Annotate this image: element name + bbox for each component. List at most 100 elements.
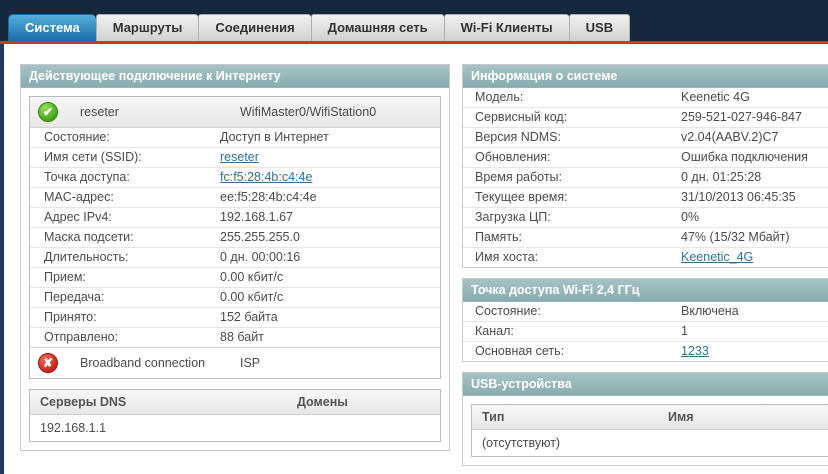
- interface-name: reseter: [80, 105, 119, 119]
- dns-table: Серверы DNS Домены 192.168.1.1: [29, 389, 441, 442]
- field-value: 88 байт: [220, 330, 264, 344]
- field-row: Передача: 0.00 кбит/с: [30, 287, 440, 307]
- field-row: Память: 47% (15/32 Мбайт): [463, 227, 828, 247]
- field-label: MAC-адрес:: [44, 190, 114, 204]
- interface-row-active: ✔ reseter WifiMaster0/WifiStation0: [30, 97, 440, 128]
- field-value: 47% (15/32 Мбайт): [681, 230, 790, 244]
- field-value: 0.00 кбит/с: [220, 270, 284, 284]
- table-cell: [287, 421, 297, 435]
- tab-Домашняя сеть[interactable]: Домашняя сеть: [310, 14, 444, 41]
- field-row: Время работы: 0 дн. 01:25:28: [463, 167, 828, 187]
- field-label: Время работы:: [475, 170, 562, 184]
- field-value: 0 дн. 00:00:16: [220, 250, 301, 264]
- table-cell: [658, 436, 668, 450]
- field-row: Принято: 152 байта: [30, 307, 440, 327]
- field-value: v2.04(AABV.2)C7: [681, 130, 779, 144]
- field-value: 0 дн. 01:25:28: [681, 170, 762, 184]
- field-label: Загрузка ЦП:: [475, 210, 551, 224]
- router-admin-page: Система Маршруты Соединения Домашняя сеть Wi…: [0, 0, 828, 474]
- tab-Wi-Fi Клиенты[interactable]: Wi-Fi Клиенты: [443, 14, 569, 41]
- field-row: Длительность: 0 дн. 00:00:16: [30, 247, 440, 267]
- field-value: Ошибка подключения: [681, 150, 808, 164]
- table-cell: 192.168.1.1: [40, 421, 107, 435]
- field-row: Обновления: Ошибка подключения: [463, 147, 828, 167]
- tab-Соединения[interactable]: Соединения: [198, 14, 311, 41]
- interface-name: Broadband connection: [80, 356, 206, 370]
- field-label: Прием:: [44, 270, 86, 284]
- tab-Маршруты[interactable]: Маршруты: [95, 14, 199, 41]
- field-label: Длительность:: [44, 250, 129, 264]
- field-value: 255.255.255.0: [220, 230, 300, 244]
- tab-bar: Система Маршруты Соединения Домашняя сеть Wi…: [8, 14, 631, 41]
- system-info-panel-title: Информация о системе: [463, 65, 828, 88]
- field-value: 0.00 кбит/с: [220, 290, 284, 304]
- connection-panel-title: Действующее подключение к Интернету: [21, 65, 449, 88]
- field-row: Адрес IPv4: 192.168.1.67: [30, 207, 440, 227]
- field-row: Канал: 1: [463, 321, 828, 341]
- field-row: Состояние: Доступ в Интернет: [30, 128, 440, 147]
- field-value-link[interactable]: fc:f5:28:4b:c4:4e: [220, 170, 440, 185]
- wifi-ap-panel-title: Точка доступа Wi-Fi 2,4 ГГц: [463, 279, 828, 302]
- interface-table: ✔ reseter WifiMaster0/WifiStation0 Состо…: [29, 96, 441, 379]
- field-row: Версия NDMS: v2.04(AABV.2)C7: [463, 127, 828, 147]
- field-label: Имя сети (SSID):: [44, 150, 142, 164]
- usb-devices-panel: USB-устройства Тип Имя (отсутствуют): [462, 372, 828, 466]
- field-label: Текущее время:: [475, 190, 568, 204]
- field-label: Состояние:: [44, 130, 110, 144]
- field-row: Текущее время: 31/10/2013 06:45:35: [463, 187, 828, 207]
- field-value: 31/10/2013 06:45:35: [681, 190, 796, 204]
- field-row: Модель: Keenetic 4G: [463, 88, 828, 107]
- field-label: Адрес IPv4:: [44, 210, 112, 224]
- field-row: Состояние: Включена: [463, 302, 828, 321]
- field-value-link[interactable]: 1233: [681, 344, 828, 359]
- usb-devices-panel-body: Тип Имя (отсутствуют): [463, 396, 828, 465]
- page-left-edge: [0, 44, 4, 474]
- column-header: Тип: [482, 410, 505, 424]
- status-ok-check-icon: ✔: [38, 102, 58, 122]
- field-label: Версия NDMS:: [475, 130, 561, 144]
- connection-panel-body: ✔ reseter WifiMaster0/WifiStation0 Состо…: [21, 88, 449, 450]
- table-row: (отсутствуют): [472, 430, 828, 456]
- field-label: Основная сеть:: [475, 344, 565, 358]
- interface-detail: WifiMaster0/WifiStation0: [240, 105, 377, 119]
- usb-devices-table: Тип Имя (отсутствуют): [471, 404, 828, 457]
- field-label: Состояние:: [475, 304, 541, 318]
- connection-details-list: Состояние: Доступ в Интернет Имя сети (SSI…: [30, 128, 440, 347]
- dns-table-wrap: Серверы DNS Домены 192.168.1.1: [29, 389, 441, 442]
- interface-detail: ISP: [240, 356, 261, 370]
- table-header-row: Тип Имя: [472, 405, 828, 430]
- right-column: Информация о системе Модель: Keenetic 4G С…: [462, 64, 828, 474]
- usb-devices-panel-title: USB-устройства: [463, 373, 828, 396]
- field-row: Точка доступа: fc:f5:28:4b:c4:4e: [30, 167, 440, 187]
- field-label: Модель:: [475, 90, 524, 104]
- field-label: Память:: [475, 230, 523, 244]
- field-value: Включена: [681, 304, 739, 318]
- field-label: Принято:: [44, 310, 97, 324]
- field-value: 0%: [681, 210, 700, 224]
- field-label: Сервисный код:: [475, 110, 568, 124]
- column-header: Домены: [297, 395, 348, 409]
- field-row: Маска подсети: 255.255.255.0: [30, 227, 440, 247]
- top-navigation-bar: Система Маршруты Соединения Домашняя сеть Wi…: [0, 0, 828, 41]
- field-value: 259-521-027-946-847: [681, 110, 802, 124]
- tab-Система[interactable]: Система: [8, 14, 96, 41]
- field-row: Имя хоста: Keenetic_4G: [463, 247, 828, 267]
- field-value-link[interactable]: reseter: [220, 150, 440, 165]
- interface-row-failed: ✘ Broadband connection ISP: [30, 347, 440, 378]
- table-header-row: Серверы DNS Домены: [30, 390, 440, 415]
- field-label: Обновления:: [475, 150, 551, 164]
- table-cell: (отсутствуют): [482, 436, 561, 450]
- field-label: Имя хоста:: [475, 250, 539, 264]
- connection-panel: Действующее подключение к Интернету ✔ re…: [20, 64, 450, 451]
- table-row: 192.168.1.1: [30, 415, 440, 441]
- column-header: Имя: [668, 410, 694, 424]
- wifi-ap-panel: Точка доступа Wi-Fi 2,4 ГГц Состояние: Вк…: [462, 278, 828, 362]
- field-value: 152 байта: [220, 310, 278, 324]
- field-row: MAC-адрес: ee:f5:28:4b:c4:4e: [30, 187, 440, 207]
- field-label: Маска подсети:: [44, 230, 134, 244]
- field-value: Keenetic 4G: [681, 90, 750, 104]
- tab-USB[interactable]: USB: [568, 14, 631, 41]
- field-row: Загрузка ЦП: 0%: [463, 207, 828, 227]
- field-value-link[interactable]: Keenetic_4G: [681, 250, 828, 265]
- field-row: Основная сеть: 1233: [463, 341, 828, 361]
